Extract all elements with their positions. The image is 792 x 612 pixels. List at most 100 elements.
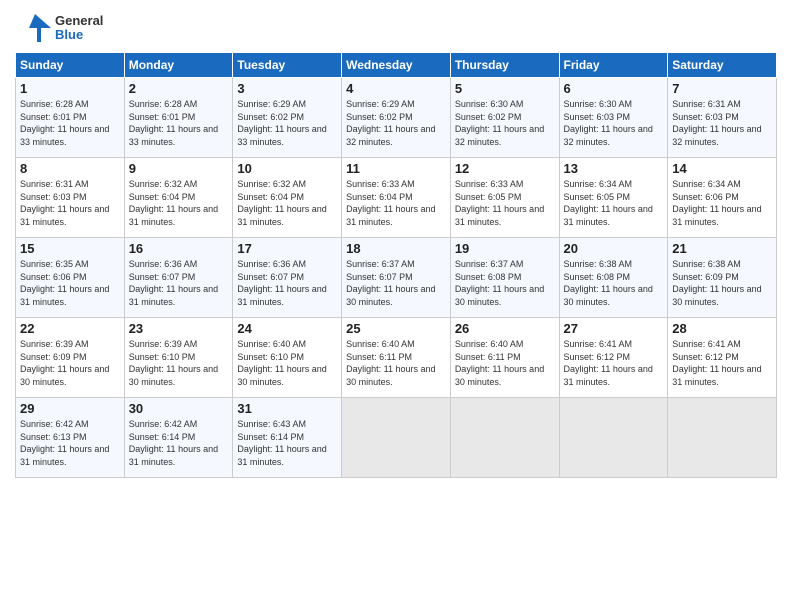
day-number: 10 [237,161,337,176]
calendar-table: SundayMondayTuesdayWednesdayThursdayFrid… [15,52,777,478]
day-info: Sunrise: 6:30 AMSunset: 6:03 PMDaylight:… [564,98,664,148]
day-info: Sunrise: 6:29 AMSunset: 6:02 PMDaylight:… [346,98,446,148]
day-info: Sunrise: 6:33 AMSunset: 6:05 PMDaylight:… [455,178,555,228]
day-info: Sunrise: 6:36 AMSunset: 6:07 PMDaylight:… [129,258,229,308]
day-number: 24 [237,321,337,336]
day-cell: 24 Sunrise: 6:40 AMSunset: 6:10 PMDaylig… [233,318,342,398]
day-info: Sunrise: 6:38 AMSunset: 6:08 PMDaylight:… [564,258,664,308]
day-number: 27 [564,321,664,336]
header-saturday: Saturday [668,53,777,78]
day-number: 18 [346,241,446,256]
day-number: 2 [129,81,229,96]
day-info: Sunrise: 6:42 AMSunset: 6:13 PMDaylight:… [20,418,120,468]
day-cell: 7 Sunrise: 6:31 AMSunset: 6:03 PMDayligh… [668,78,777,158]
week-row-1: 1 Sunrise: 6:28 AMSunset: 6:01 PMDayligh… [16,78,777,158]
day-cell: 20 Sunrise: 6:38 AMSunset: 6:08 PMDaylig… [559,238,668,318]
day-cell: 29 Sunrise: 6:42 AMSunset: 6:13 PMDaylig… [16,398,125,478]
day-cell: 16 Sunrise: 6:36 AMSunset: 6:07 PMDaylig… [124,238,233,318]
day-cell: 5 Sunrise: 6:30 AMSunset: 6:02 PMDayligh… [450,78,559,158]
day-info: Sunrise: 6:37 AMSunset: 6:07 PMDaylight:… [346,258,446,308]
day-cell: 18 Sunrise: 6:37 AMSunset: 6:07 PMDaylig… [342,238,451,318]
day-number: 7 [672,81,772,96]
day-number: 4 [346,81,446,96]
day-cell: 4 Sunrise: 6:29 AMSunset: 6:02 PMDayligh… [342,78,451,158]
day-info: Sunrise: 6:40 AMSunset: 6:10 PMDaylight:… [237,338,337,388]
day-number: 15 [20,241,120,256]
day-number: 28 [672,321,772,336]
week-row-3: 15 Sunrise: 6:35 AMSunset: 6:06 PMDaylig… [16,238,777,318]
day-cell: 17 Sunrise: 6:36 AMSunset: 6:07 PMDaylig… [233,238,342,318]
logo: General Blue [15,10,103,46]
day-number: 22 [20,321,120,336]
header-tuesday: Tuesday [233,53,342,78]
day-info: Sunrise: 6:36 AMSunset: 6:07 PMDaylight:… [237,258,337,308]
day-number: 25 [346,321,446,336]
day-number: 19 [455,241,555,256]
day-info: Sunrise: 6:32 AMSunset: 6:04 PMDaylight:… [237,178,337,228]
day-cell: 6 Sunrise: 6:30 AMSunset: 6:03 PMDayligh… [559,78,668,158]
logo-text-blue: Blue [55,28,103,42]
day-info: Sunrise: 6:28 AMSunset: 6:01 PMDaylight:… [20,98,120,148]
day-cell: 23 Sunrise: 6:39 AMSunset: 6:10 PMDaylig… [124,318,233,398]
day-number: 3 [237,81,337,96]
day-cell: 12 Sunrise: 6:33 AMSunset: 6:05 PMDaylig… [450,158,559,238]
day-cell: 28 Sunrise: 6:41 AMSunset: 6:12 PMDaylig… [668,318,777,398]
day-cell: 9 Sunrise: 6:32 AMSunset: 6:04 PMDayligh… [124,158,233,238]
day-info: Sunrise: 6:35 AMSunset: 6:06 PMDaylight:… [20,258,120,308]
day-info: Sunrise: 6:37 AMSunset: 6:08 PMDaylight:… [455,258,555,308]
day-number: 11 [346,161,446,176]
day-cell: 3 Sunrise: 6:29 AMSunset: 6:02 PMDayligh… [233,78,342,158]
day-cell: 25 Sunrise: 6:40 AMSunset: 6:11 PMDaylig… [342,318,451,398]
day-cell: 15 Sunrise: 6:35 AMSunset: 6:06 PMDaylig… [16,238,125,318]
day-number: 17 [237,241,337,256]
header-monday: Monday [124,53,233,78]
day-info: Sunrise: 6:40 AMSunset: 6:11 PMDaylight:… [455,338,555,388]
day-info: Sunrise: 6:39 AMSunset: 6:10 PMDaylight:… [129,338,229,388]
day-info: Sunrise: 6:39 AMSunset: 6:09 PMDaylight:… [20,338,120,388]
header-wednesday: Wednesday [342,53,451,78]
day-info: Sunrise: 6:41 AMSunset: 6:12 PMDaylight:… [672,338,772,388]
day-info: Sunrise: 6:32 AMSunset: 6:04 PMDaylight:… [129,178,229,228]
day-cell: 27 Sunrise: 6:41 AMSunset: 6:12 PMDaylig… [559,318,668,398]
header-thursday: Thursday [450,53,559,78]
day-cell: 22 Sunrise: 6:39 AMSunset: 6:09 PMDaylig… [16,318,125,398]
header-row: General Blue [15,10,777,46]
day-cell: 8 Sunrise: 6:31 AMSunset: 6:03 PMDayligh… [16,158,125,238]
day-cell [559,398,668,478]
day-cell: 1 Sunrise: 6:28 AMSunset: 6:01 PMDayligh… [16,78,125,158]
day-cell: 2 Sunrise: 6:28 AMSunset: 6:01 PMDayligh… [124,78,233,158]
day-info: Sunrise: 6:30 AMSunset: 6:02 PMDaylight:… [455,98,555,148]
day-info: Sunrise: 6:29 AMSunset: 6:02 PMDaylight:… [237,98,337,148]
day-cell: 26 Sunrise: 6:40 AMSunset: 6:11 PMDaylig… [450,318,559,398]
day-number: 14 [672,161,772,176]
header-friday: Friday [559,53,668,78]
day-number: 21 [672,241,772,256]
day-cell: 11 Sunrise: 6:33 AMSunset: 6:04 PMDaylig… [342,158,451,238]
day-info: Sunrise: 6:31 AMSunset: 6:03 PMDaylight:… [20,178,120,228]
day-info: Sunrise: 6:33 AMSunset: 6:04 PMDaylight:… [346,178,446,228]
day-cell: 30 Sunrise: 6:42 AMSunset: 6:14 PMDaylig… [124,398,233,478]
day-number: 1 [20,81,120,96]
day-number: 16 [129,241,229,256]
week-row-2: 8 Sunrise: 6:31 AMSunset: 6:03 PMDayligh… [16,158,777,238]
day-info: Sunrise: 6:31 AMSunset: 6:03 PMDaylight:… [672,98,772,148]
header-row-days: SundayMondayTuesdayWednesdayThursdayFrid… [16,53,777,78]
header-sunday: Sunday [16,53,125,78]
day-cell: 21 Sunrise: 6:38 AMSunset: 6:09 PMDaylig… [668,238,777,318]
day-info: Sunrise: 6:40 AMSunset: 6:11 PMDaylight:… [346,338,446,388]
day-number: 29 [20,401,120,416]
day-info: Sunrise: 6:38 AMSunset: 6:09 PMDaylight:… [672,258,772,308]
day-number: 31 [237,401,337,416]
day-info: Sunrise: 6:34 AMSunset: 6:05 PMDaylight:… [564,178,664,228]
day-info: Sunrise: 6:43 AMSunset: 6:14 PMDaylight:… [237,418,337,468]
logo-bird-icon [15,10,51,46]
day-number: 5 [455,81,555,96]
week-row-5: 29 Sunrise: 6:42 AMSunset: 6:13 PMDaylig… [16,398,777,478]
day-number: 9 [129,161,229,176]
day-number: 13 [564,161,664,176]
day-cell [668,398,777,478]
week-row-4: 22 Sunrise: 6:39 AMSunset: 6:09 PMDaylig… [16,318,777,398]
day-number: 6 [564,81,664,96]
day-number: 20 [564,241,664,256]
day-cell [342,398,451,478]
